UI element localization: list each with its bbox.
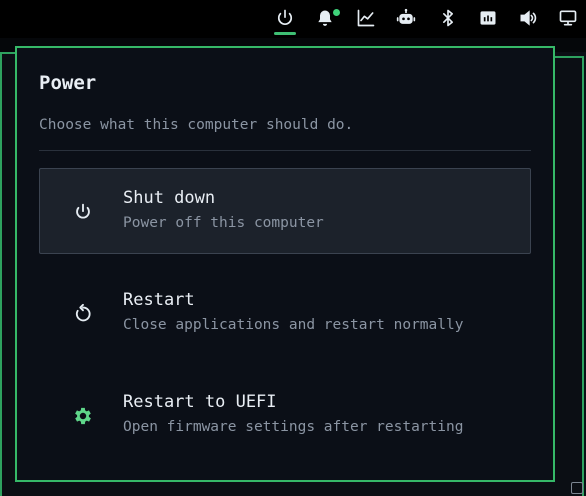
power-icon	[71, 200, 95, 224]
popup-title: Power	[39, 72, 97, 94]
restart-icon	[71, 302, 95, 326]
option-description: Power off this computer	[123, 215, 324, 231]
top-bar	[0, 0, 586, 38]
chart-icon[interactable]	[354, 6, 378, 30]
power-menu-popup: Power Choose what this computer should d…	[15, 46, 555, 482]
bluetooth-icon[interactable]	[436, 6, 460, 30]
option-label: Restart	[123, 290, 195, 310]
display-icon[interactable]	[556, 6, 580, 30]
background-window-border	[0, 52, 16, 54]
restart-option[interactable]: Restart Close applications and restart n…	[39, 270, 531, 356]
option-label: Restart to UEFI	[123, 392, 277, 412]
robot-icon[interactable]	[394, 6, 418, 30]
window-corner-icon	[571, 482, 583, 494]
divider	[39, 150, 531, 151]
power-icon[interactable]	[273, 6, 297, 30]
notification-dot	[333, 9, 340, 16]
background-window-border	[0, 52, 2, 496]
option-description: Open firmware settings after restarting	[123, 419, 464, 435]
restart-to-uefi-option[interactable]: Restart to UEFI Open firmware settings a…	[39, 372, 531, 458]
option-label: Shut down	[123, 188, 216, 208]
network-icon[interactable]	[476, 6, 500, 30]
shut-down-option[interactable]: Shut down Power off this computer	[39, 168, 531, 254]
background-window-border	[582, 56, 584, 496]
background-window-border	[554, 56, 584, 58]
option-description: Close applications and restart normally	[123, 317, 464, 333]
gear-icon	[71, 404, 95, 428]
active-indicator	[274, 32, 296, 35]
popup-subtitle: Choose what this computer should do.	[39, 117, 354, 133]
volume-icon[interactable]	[516, 6, 540, 30]
